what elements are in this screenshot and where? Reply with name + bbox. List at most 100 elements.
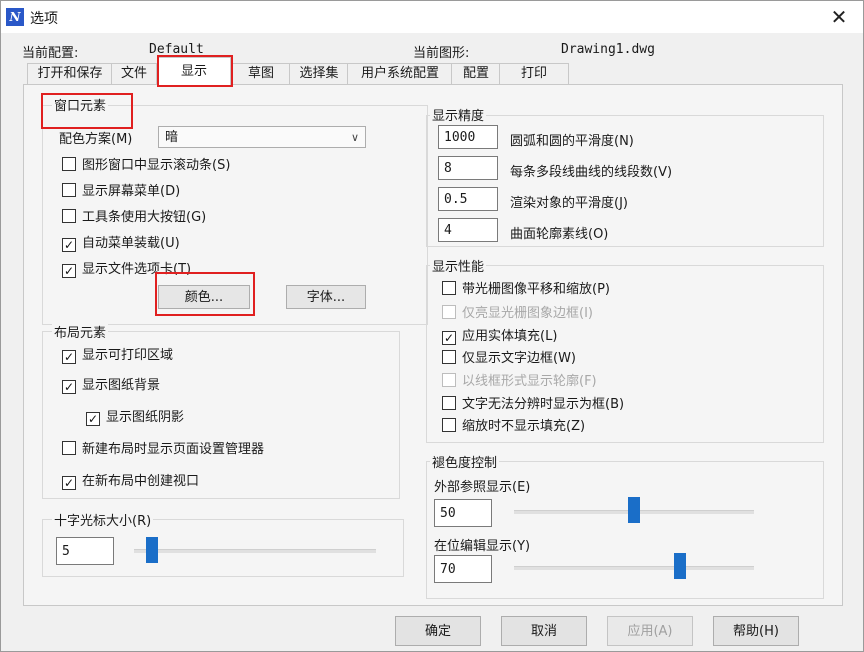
crosshair-size-input[interactable]: 5 xyxy=(56,537,114,565)
crosshair-slider-track[interactable] xyxy=(134,549,376,553)
checkbox-box xyxy=(442,418,456,432)
display-performance-title: 显示性能 xyxy=(430,256,487,275)
checkbox-label: 仅显示文字边框(W) xyxy=(462,351,576,366)
check-icon: ✓ xyxy=(62,350,76,364)
checkbox-box xyxy=(62,441,76,455)
display-resolution-title: 显示精度 xyxy=(430,105,487,124)
current-drawing-label: 当前图形: xyxy=(413,46,470,61)
tab-open-save[interactable]: 打开和保存 xyxy=(27,63,113,84)
app-icon: N xyxy=(6,8,24,26)
crosshair-slider-thumb[interactable] xyxy=(145,537,158,563)
contour-lines-label: 曲面轮廓素线(O) xyxy=(510,227,609,242)
tab-files[interactable]: 文件 xyxy=(111,63,157,84)
checkbox-label: 显示屏幕菜单(D) xyxy=(82,184,181,199)
colors-button[interactable]: 颜色... xyxy=(158,285,250,309)
contour-lines-input[interactable]: 4 xyxy=(438,218,498,242)
ok-button[interactable]: 确定 xyxy=(395,616,481,646)
checkbox-box xyxy=(62,209,76,223)
arc-smoothness-label: 圆弧和圆的平滑度(N) xyxy=(510,134,634,149)
check-icon: ✓ xyxy=(442,331,456,345)
crosshair-size-title: 十字光标大小(R) xyxy=(52,510,154,529)
checkbox-label: 新建布局时显示页面设置管理器 xyxy=(82,442,265,457)
tab-user-preferences[interactable]: 用户系统配置 xyxy=(347,63,453,84)
tab-drafting[interactable]: 草图 xyxy=(231,63,291,84)
window-title: 选项 xyxy=(30,11,58,27)
checkbox-label: 文字无法分辨时显示为框(B) xyxy=(462,397,625,412)
title-bar: N 选项 ✕ xyxy=(1,1,863,33)
help-button[interactable]: 帮助(H) xyxy=(713,616,799,646)
checkbox-label: 图形窗口中显示滚动条(S) xyxy=(82,158,231,173)
inplace-fade-slider-track[interactable] xyxy=(514,566,754,570)
checkbox-text-as-box[interactable]: 文字无法分辨时显示为框(B) xyxy=(442,396,624,414)
checkbox-label: 显示可打印区域 xyxy=(82,348,174,363)
checkbox-printable-area[interactable]: ✓ 显示可打印区域 xyxy=(62,347,173,365)
color-scheme-select[interactable]: 暗 ∨ xyxy=(158,126,366,148)
tab-profiles[interactable]: 配置 xyxy=(451,63,501,84)
checkbox-box xyxy=(62,183,76,197)
checkbox-box xyxy=(442,373,456,387)
arc-smoothness-input[interactable]: 1000 xyxy=(438,125,498,149)
inplace-fade-label: 在位编辑显示(Y) xyxy=(434,539,531,554)
checkbox-auto-menu-load[interactable]: ✓ 自动菜单装载(U) xyxy=(62,235,180,253)
checkbox-label: 显示文件选项卡(T) xyxy=(82,262,192,277)
window-elements-title: 窗口元素 xyxy=(52,95,109,114)
checkbox-large-buttons[interactable]: 工具条使用大按钮(G) xyxy=(62,209,206,227)
xref-fade-input[interactable]: 50 xyxy=(434,499,492,527)
apply-button: 应用(A) xyxy=(607,616,693,646)
chevron-down-icon: ∨ xyxy=(350,131,359,144)
checkbox-silhouettes-wireframe: 以线框形式显示轮廓(F) xyxy=(442,373,597,391)
tab-selection[interactable]: 选择集 xyxy=(289,63,349,84)
fade-control-title: 褪色度控制 xyxy=(430,452,500,471)
tab-plot[interactable]: 打印 xyxy=(499,63,569,84)
inplace-fade-input[interactable]: 70 xyxy=(434,555,492,583)
checkbox-paper-background[interactable]: ✓ 显示图纸背景 xyxy=(62,377,160,395)
checkbox-box xyxy=(62,157,76,171)
checkbox-page-setup-manager[interactable]: 新建布局时显示页面设置管理器 xyxy=(62,441,264,459)
checkbox-label: 缩放时不显示填充(Z) xyxy=(462,419,586,434)
display-tab-panel: 窗口元素 配色方案(M) 暗 ∨ 图形窗口中显示滚动条(S) 显示屏幕菜单(D)… xyxy=(23,84,843,606)
checkbox-show-scrollbars[interactable]: 图形窗口中显示滚动条(S) xyxy=(62,157,230,175)
fonts-button[interactable]: 字体... xyxy=(286,285,366,309)
color-scheme-label: 配色方案(M) xyxy=(59,132,133,147)
checkbox-label: 带光栅图像平移和缩放(P) xyxy=(462,282,610,297)
current-profile-label: 当前配置: xyxy=(22,46,79,61)
checkbox-text-frame-only[interactable]: 仅显示文字边框(W) xyxy=(442,350,576,368)
polyline-segments-input[interactable]: 8 xyxy=(438,156,498,180)
check-icon: ✓ xyxy=(62,380,76,394)
checkbox-label: 工具条使用大按钮(G) xyxy=(82,210,207,225)
current-profile-value: Default xyxy=(149,42,204,57)
checkbox-label: 应用实体填充(L) xyxy=(462,329,558,344)
check-icon: ✓ xyxy=(86,412,100,426)
inplace-fade-slider-thumb[interactable] xyxy=(673,553,686,579)
checkbox-screen-menu[interactable]: 显示屏幕菜单(D) xyxy=(62,183,180,201)
render-smoothness-input[interactable]: 0.5 xyxy=(438,187,498,211)
render-smoothness-label: 渲染对象的平滑度(J) xyxy=(510,196,628,211)
checkbox-label: 显示图纸背景 xyxy=(82,378,161,393)
layout-elements-title: 布局元素 xyxy=(52,322,109,341)
checkbox-label: 仅亮显光栅图象边框(I) xyxy=(462,306,593,321)
color-scheme-value: 暗 xyxy=(165,130,179,145)
current-drawing-value: Drawing1.dwg xyxy=(561,42,655,57)
check-icon: ✓ xyxy=(62,238,76,252)
cancel-button[interactable]: 取消 xyxy=(501,616,587,646)
checkbox-file-tabs[interactable]: ✓ 显示文件选项卡(T) xyxy=(62,261,191,279)
xref-fade-label: 外部参照显示(E) xyxy=(434,480,531,495)
checkbox-label: 显示图纸阴影 xyxy=(106,410,185,425)
check-icon: ✓ xyxy=(62,264,76,278)
checkbox-paper-shadow[interactable]: ✓ 显示图纸阴影 xyxy=(86,409,184,427)
checkbox-label: 以线框形式显示轮廓(F) xyxy=(462,374,597,389)
close-icon[interactable]: ✕ xyxy=(825,3,853,31)
polyline-segments-label: 每条多段线曲线的线段数(V) xyxy=(510,165,673,180)
checkbox-box xyxy=(442,305,456,319)
checkbox-solid-fill[interactable]: ✓ 应用实体填充(L) xyxy=(442,328,557,346)
checkbox-raster-pan-zoom[interactable]: 带光栅图像平移和缩放(P) xyxy=(442,281,610,299)
checkbox-create-viewport[interactable]: ✓ 在新布局中创建视口 xyxy=(62,473,199,491)
checkbox-label: 自动菜单装载(U) xyxy=(82,236,180,251)
checkbox-no-fill-zoom[interactable]: 缩放时不显示填充(Z) xyxy=(442,418,585,436)
options-dialog: N 选项 ✕ 当前配置: Default 当前图形: Drawing1.dwg … xyxy=(0,0,864,652)
tab-display[interactable]: 显示 xyxy=(157,57,231,86)
xref-fade-slider-thumb[interactable] xyxy=(628,497,640,523)
checkbox-box xyxy=(442,350,456,364)
checkbox-box xyxy=(442,281,456,295)
checkbox-box xyxy=(442,396,456,410)
